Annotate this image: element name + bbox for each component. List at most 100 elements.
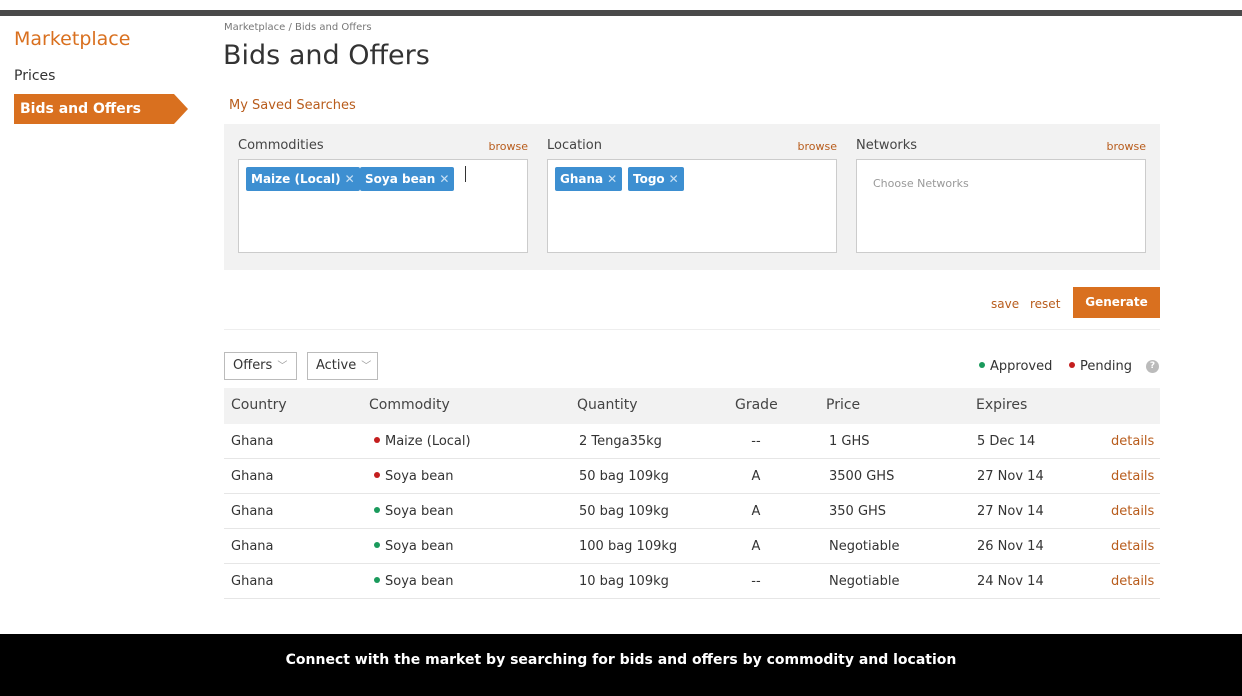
column-header-expires: Expires xyxy=(976,397,1028,413)
commodity-label: Soya bean xyxy=(385,574,454,589)
location-label: Location xyxy=(547,138,602,153)
legend-pending-label: Pending xyxy=(1080,359,1132,374)
table-row[interactable]: Ghana Soya bean 100 bag 109kg A Negotiable 26… xyxy=(224,529,1160,564)
cell-quantity: 100 bag 109kg xyxy=(579,539,678,554)
active-select[interactable]: Active ﹀ xyxy=(307,352,378,380)
cell-expires: 24 Nov 14 xyxy=(977,574,1044,589)
my-saved-searches-link[interactable]: My Saved Searches xyxy=(229,98,356,113)
tag-label: Togo xyxy=(633,172,665,186)
column-header-price: Price xyxy=(826,397,861,413)
pending-status-dot-icon xyxy=(374,471,380,478)
cell-country: Ghana xyxy=(231,539,274,554)
commodities-label: Commodities xyxy=(238,138,324,153)
cell-grade: A xyxy=(751,504,761,519)
networks-input[interactable]: Choose Networks xyxy=(856,159,1146,253)
table-row[interactable]: Ghana Maize (Local) 2 Tenga35kg -- 1 GHS 5 De… xyxy=(224,424,1160,459)
tag-label: Soya bean xyxy=(365,172,436,186)
top-bar-line xyxy=(0,10,1242,16)
cell-country: Ghana xyxy=(231,504,274,519)
table-row[interactable]: Ghana Soya bean 50 bag 109kg A 350 GHS 27 Nov… xyxy=(224,494,1160,529)
cell-commodity: Soya bean xyxy=(374,504,453,519)
cell-expires: 27 Nov 14 xyxy=(977,469,1044,484)
networks-label: Networks xyxy=(856,138,918,153)
cell-grade: A xyxy=(751,539,761,554)
details-link[interactable]: details xyxy=(1111,574,1154,589)
cell-country: Ghana xyxy=(231,574,274,589)
cell-quantity: 10 bag 109kg xyxy=(579,574,669,589)
table-row[interactable]: Ghana Soya bean 10 bag 109kg -- Negotiable 24… xyxy=(224,564,1160,599)
legend-approved: Approved xyxy=(979,359,1052,374)
networks-browse-link[interactable]: browse xyxy=(1107,140,1147,153)
commodity-label: Maize (Local) xyxy=(385,434,471,449)
column-header-country: Country xyxy=(231,397,287,413)
cell-price: 1 GHS xyxy=(829,434,870,449)
table-header: Country Commodity Quantity Grade Price E… xyxy=(224,388,1160,424)
location-tag[interactable]: Ghana ✕ xyxy=(555,167,623,191)
table-row[interactable]: Ghana Soya bean 50 bag 109kg A 3500 GHS 27 No… xyxy=(224,459,1160,494)
details-link[interactable]: details xyxy=(1111,539,1154,554)
cell-price: Negotiable xyxy=(829,574,900,589)
cell-price: Negotiable xyxy=(829,539,900,554)
location-input[interactable]: Ghana ✕ Togo ✕ xyxy=(547,159,837,253)
breadcrumb: Marketplace / Bids and Offers xyxy=(224,22,372,33)
remove-icon[interactable]: ✕ xyxy=(439,172,449,186)
cell-commodity: Maize (Local) xyxy=(374,434,471,449)
details-link[interactable]: details xyxy=(1111,469,1154,484)
approved-status-dot-icon xyxy=(374,541,380,548)
cell-commodity: Soya bean xyxy=(374,574,453,589)
remove-icon[interactable]: ✕ xyxy=(669,172,679,186)
cell-country: Ghana xyxy=(231,469,274,484)
reset-link[interactable]: reset xyxy=(1030,297,1060,311)
cell-grade: -- xyxy=(751,434,761,449)
page-title: Bids and Offers xyxy=(223,40,430,71)
cell-quantity: 50 bag 109kg xyxy=(579,469,669,484)
offers-table: Country Commodity Quantity Grade Price E… xyxy=(224,388,1160,599)
commodity-tag[interactable]: Soya bean ✕ xyxy=(360,167,455,191)
cell-commodity: Soya bean xyxy=(374,539,453,554)
legend-approved-label: Approved xyxy=(990,359,1053,374)
filter-panel: Commodities browse Maize (Local) ✕ Soya b… xyxy=(224,124,1160,270)
save-link[interactable]: save xyxy=(991,297,1019,311)
offers-select-value: Offers xyxy=(233,358,273,373)
column-header-quantity: Quantity xyxy=(577,397,638,413)
sidebar-item-bids-and-offers[interactable]: Bids and Offers xyxy=(14,94,188,124)
sidebar-title: Marketplace xyxy=(14,28,131,50)
cell-quantity: 50 bag 109kg xyxy=(579,504,669,519)
commodities-input[interactable]: Maize (Local) ✕ Soya bean ✕ xyxy=(238,159,528,253)
cell-grade: A xyxy=(751,469,761,484)
commodity-tag[interactable]: Maize (Local) ✕ xyxy=(246,167,360,191)
remove-icon[interactable]: ✕ xyxy=(607,172,617,186)
cell-price: 3500 GHS xyxy=(829,469,895,484)
location-browse-link[interactable]: browse xyxy=(798,140,838,153)
networks-placeholder: Choose Networks xyxy=(873,177,969,190)
commodity-label: Soya bean xyxy=(385,469,454,484)
chevron-down-icon: ﹀ xyxy=(277,361,288,372)
location-tag[interactable]: Togo ✕ xyxy=(628,167,684,191)
details-link[interactable]: details xyxy=(1111,434,1154,449)
cell-expires: 5 Dec 14 xyxy=(977,434,1036,449)
sidebar-item-prices[interactable]: Prices xyxy=(14,68,55,84)
column-header-commodity: Commodity xyxy=(369,397,450,413)
text-cursor xyxy=(465,166,466,182)
pending-status-dot-icon xyxy=(374,436,380,443)
help-icon[interactable]: ? xyxy=(1146,360,1159,373)
top-bar xyxy=(0,0,1242,16)
generate-button[interactable]: Generate xyxy=(1073,287,1160,318)
commodities-browse-link[interactable]: browse xyxy=(489,140,529,153)
cell-country: Ghana xyxy=(231,434,274,449)
approved-dot-icon xyxy=(979,361,985,368)
caption-text: Connect with the market by searching for… xyxy=(285,652,957,668)
pending-dot-icon xyxy=(1069,361,1075,368)
details-link[interactable]: details xyxy=(1111,504,1154,519)
commodity-label: Soya bean xyxy=(385,539,454,554)
cell-price: 350 GHS xyxy=(829,504,887,519)
cell-grade: -- xyxy=(751,574,761,589)
remove-icon[interactable]: ✕ xyxy=(345,172,355,186)
cell-expires: 26 Nov 14 xyxy=(977,539,1044,554)
offers-select[interactable]: Offers ﹀ xyxy=(224,352,297,380)
chevron-down-icon: ﹀ xyxy=(361,361,372,372)
cell-quantity: 2 Tenga35kg xyxy=(579,434,662,449)
caption-bar: Connect with the market by searching for… xyxy=(0,634,1242,696)
active-select-value: Active xyxy=(316,358,357,373)
divider xyxy=(224,329,1160,330)
